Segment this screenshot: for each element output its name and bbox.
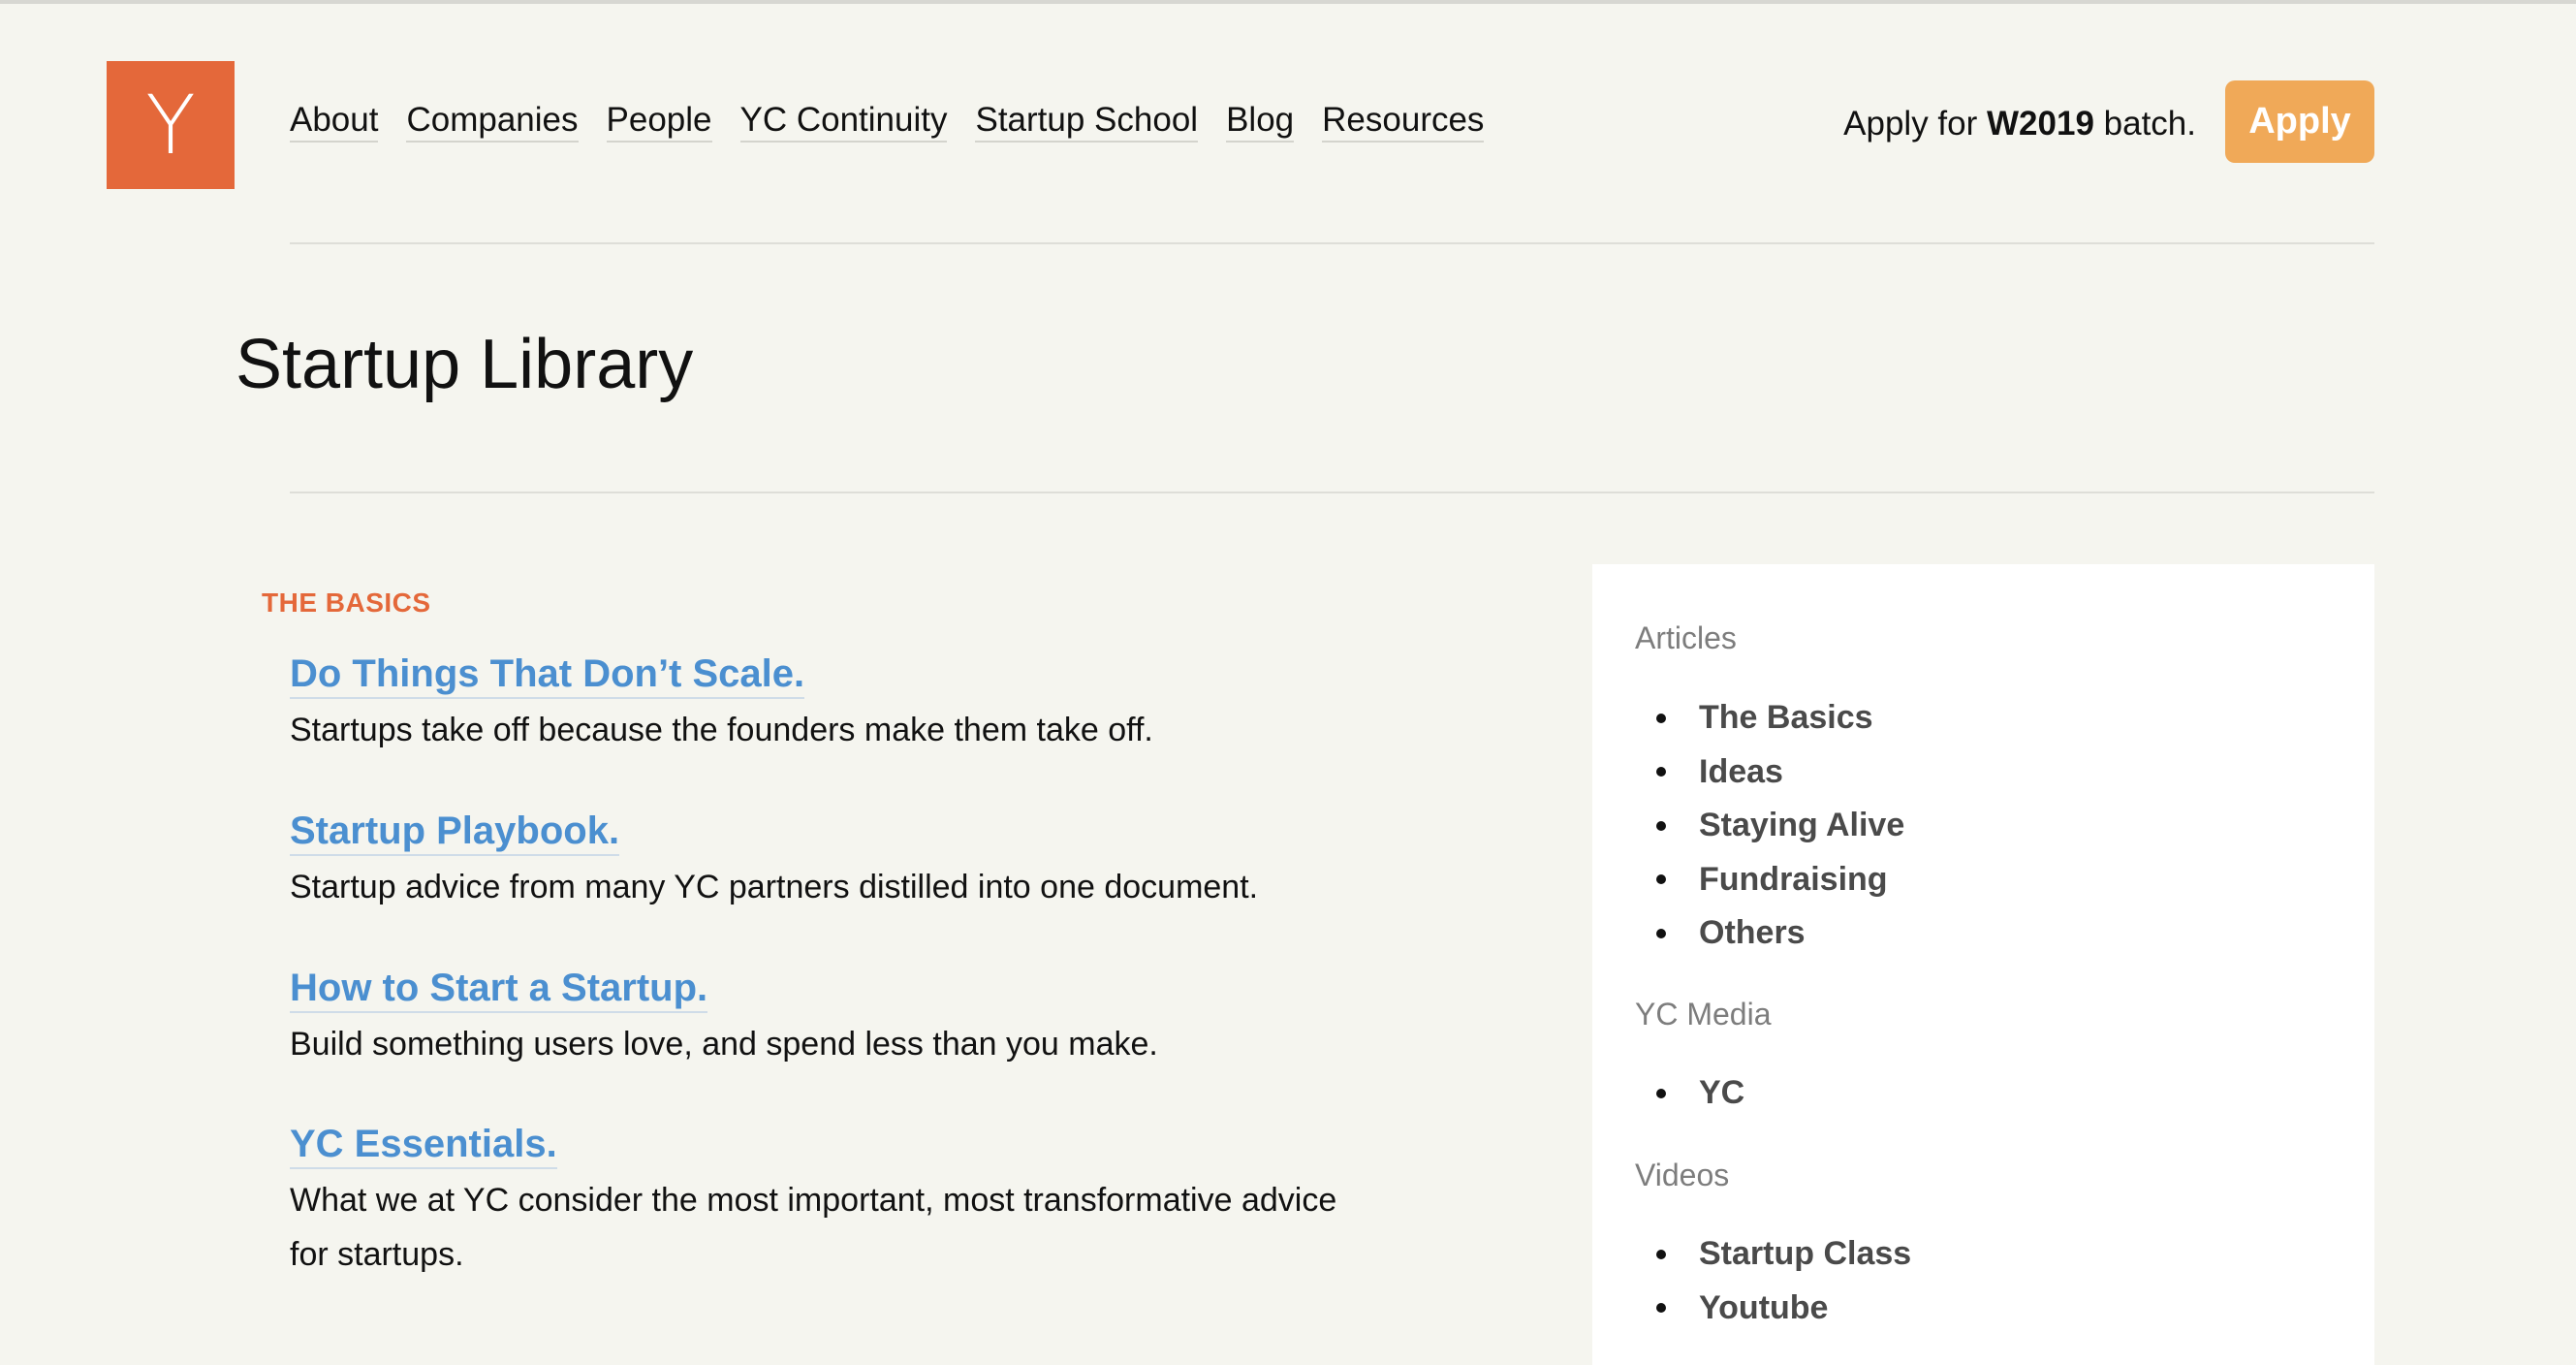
- sidebar: Articles The Basics Ideas Staying Alive …: [1592, 564, 2374, 1365]
- sidebar-heading-videos: Videos: [1635, 1158, 1730, 1192]
- top-divider: [0, 0, 2576, 4]
- apply-prefix: Apply for: [1843, 105, 1988, 143]
- article-description: What we at YC consider the most importan…: [290, 1173, 1414, 1282]
- article-description: Startups take off because the founders m…: [290, 712, 1153, 748]
- bullet-icon: [1656, 1088, 1666, 1098]
- apply-button[interactable]: Apply: [2225, 80, 2374, 163]
- title-divider: [290, 492, 2374, 493]
- sidebar-item: Fundraising: [1635, 853, 1904, 907]
- article-description: Startup advice from many YC partners dis…: [290, 869, 1259, 905]
- sidebar-link-fundraising[interactable]: Fundraising: [1699, 861, 1888, 899]
- bullet-icon: [1656, 820, 1666, 831]
- article-title-link[interactable]: How to Start a Startup.: [290, 965, 708, 1013]
- yc-logo[interactable]: Y: [107, 61, 235, 189]
- article-entry: How to Start a Startup. Build something …: [290, 965, 1414, 1071]
- sidebar-heading-yc-media: YC Media: [1635, 997, 1772, 1032]
- sidebar-item: YC: [1635, 1066, 1744, 1121]
- sidebar-item: Staying Alive: [1635, 799, 1904, 853]
- main-nav: About Companies People YC Continuity Sta…: [290, 101, 1485, 143]
- sidebar-videos-list: Startup Class Youtube: [1635, 1227, 1911, 1335]
- nav-about[interactable]: About: [290, 101, 379, 143]
- article-entry: YC Essentials. What we at YC consider th…: [290, 1121, 1414, 1282]
- nav-companies[interactable]: Companies: [406, 101, 579, 143]
- sidebar-link-staying-alive[interactable]: Staying Alive: [1699, 807, 1904, 844]
- sidebar-item: The Basics: [1635, 691, 1904, 746]
- sidebar-articles-list: The Basics Ideas Staying Alive Fundraisi…: [1635, 691, 1904, 961]
- nav-startup-school[interactable]: Startup School: [975, 101, 1199, 143]
- section-label: THE BASICS: [262, 587, 431, 618]
- sidebar-link-others[interactable]: Others: [1699, 914, 1806, 952]
- nav-yc-continuity[interactable]: YC Continuity: [739, 101, 948, 143]
- sidebar-item: Ideas: [1635, 746, 1904, 800]
- sidebar-link-the-basics[interactable]: The Basics: [1699, 699, 1873, 737]
- bullet-icon: [1656, 874, 1666, 885]
- bullet-icon: [1656, 1303, 1666, 1314]
- sidebar-link-youtube[interactable]: Youtube: [1699, 1289, 1828, 1327]
- sidebar-item: Others: [1635, 906, 1904, 961]
- article-description-line: for startups.: [290, 1236, 464, 1273]
- article-title-link[interactable]: Startup Playbook.: [290, 808, 620, 856]
- sidebar-link-ideas[interactable]: Ideas: [1699, 753, 1783, 791]
- bullet-icon: [1656, 928, 1666, 938]
- logo-letter: Y: [145, 78, 196, 173]
- sidebar-heading-articles: Articles: [1635, 620, 1737, 655]
- nav-blog[interactable]: Blog: [1226, 101, 1295, 143]
- nav-resources[interactable]: Resources: [1322, 101, 1485, 143]
- article-description: Build something users love, and spend le…: [290, 1026, 1158, 1063]
- sidebar-item: Youtube: [1635, 1282, 1911, 1336]
- article-entry: Do Things That Don’t Scale. Startups tak…: [290, 651, 1414, 757]
- article-entry: Startup Playbook. Startup advice from ma…: [290, 808, 1414, 914]
- apply-batch-text: Apply for W2019 batch.: [1843, 105, 2196, 143]
- page-title: Startup Library: [236, 326, 694, 403]
- nav-people[interactable]: People: [606, 101, 712, 143]
- article-description-line: What we at YC consider the most importan…: [290, 1182, 1337, 1219]
- sidebar-media-list: YC: [1635, 1066, 1744, 1121]
- article-title-link[interactable]: Do Things That Don’t Scale.: [290, 651, 805, 699]
- bullet-icon: [1656, 767, 1666, 778]
- apply-suffix: batch.: [2093, 105, 2196, 143]
- sidebar-link-yc[interactable]: YC: [1699, 1074, 1744, 1112]
- article-title-link[interactable]: YC Essentials.: [290, 1121, 557, 1169]
- sidebar-link-startup-class[interactable]: Startup Class: [1699, 1235, 1911, 1273]
- header-divider: [290, 242, 2374, 244]
- bullet-icon: [1656, 713, 1666, 723]
- sidebar-item: Startup Class: [1635, 1227, 1911, 1282]
- apply-batch-name: W2019: [1987, 105, 2094, 143]
- bullet-icon: [1656, 1249, 1666, 1259]
